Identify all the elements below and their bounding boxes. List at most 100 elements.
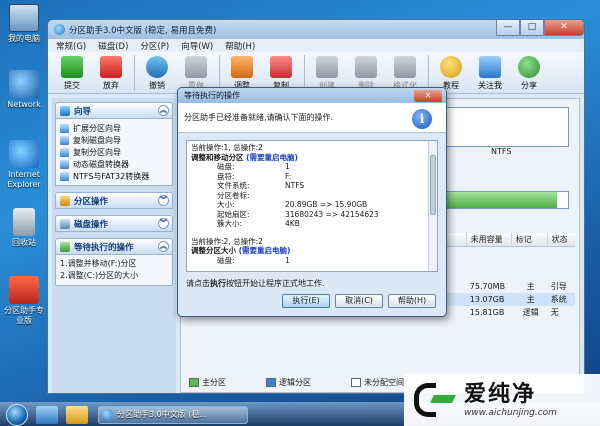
- pending-item[interactable]: 2.调整(C:)分区的大小: [60, 270, 168, 282]
- pending-item[interactable]: 1.调整并移动(F:)分区: [60, 258, 168, 270]
- format-button[interactable]: 格式化: [387, 55, 423, 91]
- taskbar-task-partition-assistant[interactable]: 分区助手3.0中文版 (稳...: [98, 405, 248, 424]
- execute-button[interactable]: 执行(E): [282, 294, 330, 308]
- operations-scrollbar[interactable]: [428, 141, 437, 271]
- expand-chevron-icon[interactable]: ︾: [158, 218, 169, 229]
- desktop-icon-label: Network: [7, 100, 41, 109]
- toolbar-separator: [219, 55, 220, 91]
- operation-detail: 文件系统: NTFS: [191, 181, 433, 191]
- desktop-icon-label: 回收站: [12, 238, 36, 247]
- operation-spacer: [191, 229, 433, 237]
- expand-chevron-icon[interactable]: ︾: [158, 195, 169, 206]
- hint-suffix: 按钮开始让程序正式地工作.: [226, 279, 325, 288]
- adjust-button[interactable]: 调整: [224, 55, 260, 91]
- detail-value: 1: [285, 162, 290, 171]
- partition-ops-header[interactable]: 分区操作 ︾: [55, 192, 173, 209]
- share-button[interactable]: 分享: [511, 55, 547, 91]
- detail-value: 4KB: [285, 219, 300, 228]
- menu-disk[interactable]: 磁盘(D): [98, 40, 128, 52]
- undo-button[interactable]: 撤销: [139, 55, 175, 91]
- desktop-icon-partition-assistant[interactable]: 分区助手专业版: [2, 276, 46, 326]
- left-panel: 向导 ︽ 扩展分区向导 复制磁盘向导 复制分区向导 动态磁盘转换器 NTFS与F…: [52, 98, 176, 393]
- maximize-button[interactable]: □: [520, 20, 544, 36]
- table-cell-free: 15.81GB: [469, 308, 505, 317]
- follow-button[interactable]: 关注我: [472, 55, 508, 91]
- wizard-item-ntfs-fat32[interactable]: NTFS与FAT32转换器: [60, 170, 168, 182]
- help-button[interactable]: 帮助(H): [388, 294, 436, 308]
- restart-required-note: (需要重启电脑): [246, 152, 298, 162]
- wizard-item-label: 复制磁盘向导: [73, 135, 121, 145]
- disk-ops-header[interactable]: 磁盘操作 ︾: [55, 215, 173, 232]
- column-header-status[interactable]: 状态: [546, 233, 575, 246]
- table-cell-free: 75.70MB: [469, 282, 506, 291]
- wizard-section-header[interactable]: 向导 ︽: [55, 102, 173, 119]
- dialog-banner-text: 分区助手已经准备就绪,请确认下面的操作.: [184, 113, 334, 122]
- legend-swatch-primary: [189, 378, 199, 387]
- legend-label-logical: 逻辑分区: [279, 378, 311, 387]
- desktop-icon-network[interactable]: Network: [2, 70, 46, 110]
- toolbar-label: 关注我: [478, 81, 502, 90]
- menu-general[interactable]: 常规(G): [56, 40, 86, 52]
- taskbar-ie-icon[interactable]: [36, 405, 58, 424]
- start-button[interactable]: [6, 403, 28, 426]
- operations-list[interactable]: 当前操作:1, 总操作:2 调整和移动分区 (需要重启电脑) 磁盘: 1 盘符: F: 文件…: [186, 140, 438, 272]
- watermark-logo-icon: [412, 379, 458, 421]
- detail-key: 大小:: [217, 200, 235, 209]
- collapse-chevron-icon[interactable]: ︽: [158, 241, 169, 252]
- wizard-item-label: 动态磁盘转换器: [73, 159, 129, 169]
- discard-button[interactable]: 放弃: [93, 55, 129, 91]
- table-cell-flag: 主: [526, 295, 535, 304]
- table-cell-flag: 主: [526, 282, 535, 291]
- operation-title: 调整分区大小: [191, 246, 239, 255]
- wizard-item-copy-disk[interactable]: 复制磁盘向导: [60, 134, 168, 146]
- create-button[interactable]: 创建: [309, 55, 345, 91]
- toolbar-label: 提交: [64, 81, 80, 90]
- commit-button[interactable]: 提交: [54, 55, 90, 91]
- toolbar-label: 撤销: [149, 81, 165, 90]
- desktop-icon-ie[interactable]: Internet Explorer: [2, 140, 46, 190]
- desktop-icon-computer[interactable]: 我的电脑: [2, 4, 46, 44]
- toolbar-separator: [428, 55, 429, 91]
- menu-partition[interactable]: 分区(P): [140, 40, 169, 52]
- adjust-icon: [231, 56, 253, 78]
- redo-button[interactable]: 重做: [178, 55, 214, 91]
- collapse-chevron-icon[interactable]: ︽: [158, 105, 169, 116]
- wizard-item-dynamic-disk[interactable]: 动态磁盘转换器: [60, 158, 168, 170]
- minimize-button[interactable]: —: [496, 20, 520, 36]
- wizard-item-icon: [60, 135, 69, 145]
- scrollbar-thumb[interactable]: [430, 155, 436, 215]
- menu-bar: 常规(G) 磁盘(D) 分区(P) 向导(W) 帮助(H): [48, 39, 584, 52]
- menu-wizard[interactable]: 向导(W): [181, 40, 213, 52]
- tutorial-icon: [440, 56, 462, 78]
- partition-assistant-icon: [9, 276, 39, 304]
- tutorial-button[interactable]: 教程: [433, 55, 469, 91]
- copy-button[interactable]: 复制: [263, 55, 299, 91]
- taskbar-explorer-icon[interactable]: [66, 405, 88, 424]
- dialog-title[interactable]: 等待执行的操作: [178, 88, 446, 103]
- title-bar[interactable]: 分区助手3.0中文版 (稳定, 易用且免费) — □ ✕: [48, 20, 584, 39]
- copy-icon: [270, 56, 292, 78]
- detail-key: 文件系统:: [217, 181, 250, 190]
- share-icon: [518, 56, 540, 78]
- column-header-free[interactable]: 未用容量: [465, 233, 511, 246]
- delete-button[interactable]: 删除: [348, 55, 384, 91]
- detail-value: 1: [285, 255, 290, 265]
- close-button[interactable]: ✕: [544, 20, 584, 36]
- wizard-item-copy-partition[interactable]: 复制分区向导: [60, 146, 168, 158]
- pending-ops-header[interactable]: 等待执行的操作 ︽: [55, 238, 173, 255]
- wizard-item-extend-partition[interactable]: 扩展分区向导: [60, 122, 168, 134]
- dialog-buttons: 执行(E) 取消(C) 帮助(H): [277, 294, 436, 308]
- table-cell-flag: 逻辑: [522, 308, 539, 317]
- operation-detail: 磁盘: 1: [191, 256, 433, 266]
- legend-swatch-logical: [266, 378, 276, 387]
- partition-ops-title: 分区操作: [74, 196, 109, 207]
- menu-help[interactable]: 帮助(H): [225, 40, 255, 52]
- operation-spacer: [191, 265, 433, 271]
- cancel-button[interactable]: 取消(C): [335, 294, 383, 308]
- column-header-flag[interactable]: 标记: [510, 233, 547, 246]
- pending-operations-dialog: 等待执行的操作 ✕ 分区助手已经准备就绪,请确认下面的操作. i 当前操作:1,…: [177, 87, 447, 317]
- dialog-close-button[interactable]: ✕: [414, 90, 442, 102]
- wizard-item-icon: [60, 171, 69, 181]
- watermark-url: www.aichunjing.com: [464, 408, 557, 418]
- desktop-icon-recycle-bin[interactable]: 回收站: [2, 208, 46, 248]
